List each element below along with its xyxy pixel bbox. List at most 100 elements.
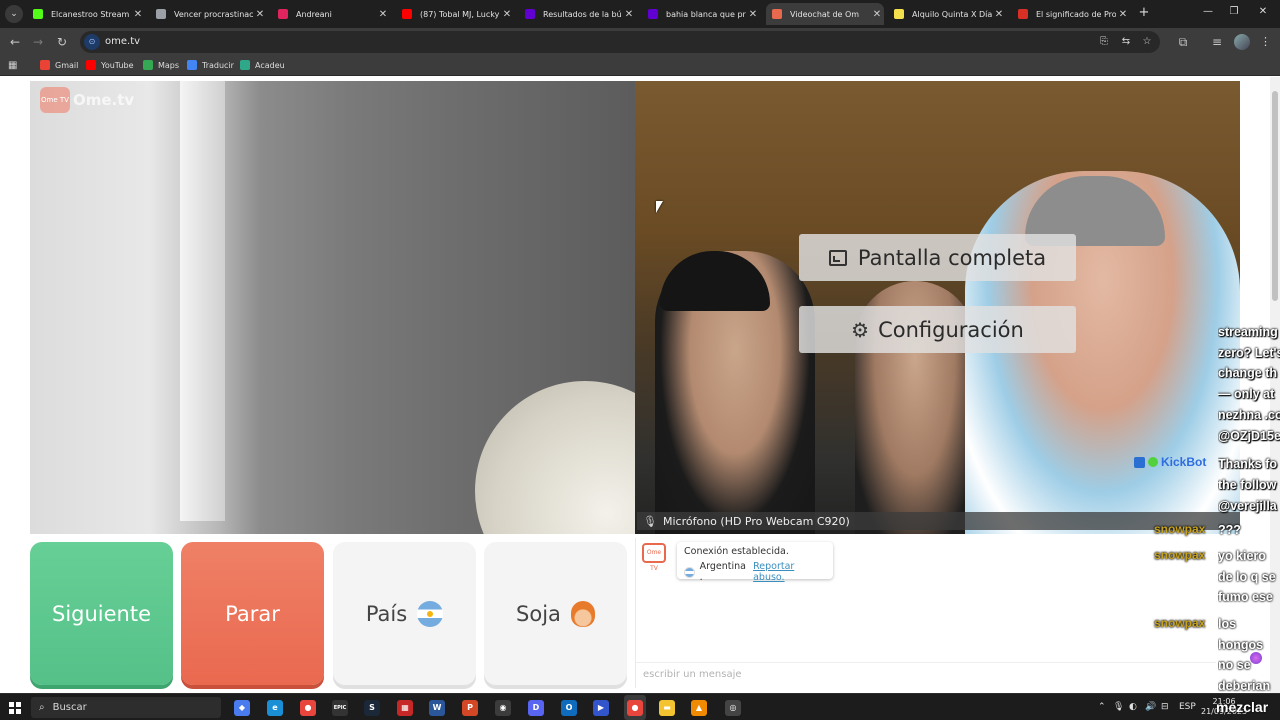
tab-title: Resultados de la búsq — [543, 9, 622, 19]
partner-country: Argentina . — [699, 561, 746, 583]
translate-icon[interactable]: ⇆ — [1119, 36, 1133, 47]
tab-close-icon[interactable]: ✕ — [253, 9, 267, 20]
bookmarks-bar: ▦ Gmail YouTube Maps Traducir Acadeu — [0, 56, 1280, 76]
microphone-bar[interactable]: 🎙 Micrófono (HD Pro Webcam C920) — [637, 512, 1240, 530]
copilot-icon[interactable]: ◆ — [234, 700, 250, 716]
browser-tab[interactable]: Vencer procrastinació ✕ — [150, 3, 267, 25]
tab-title: Vencer procrastinació — [174, 9, 253, 19]
forward-icon[interactable]: → — [31, 35, 45, 49]
browser-tab[interactable]: (87) Tobal MJ, Lucky l ✕ — [396, 3, 514, 25]
epic-games-icon[interactable]: EPIC — [332, 700, 348, 716]
fullscreen-button[interactable]: Pantalla completa — [799, 234, 1076, 281]
restore-icon[interactable]: ❐ — [1226, 6, 1242, 17]
vlc-icon[interactable]: ▲ — [691, 700, 707, 716]
mouse-cursor-icon — [656, 201, 663, 213]
tab-close-icon[interactable]: ✕ — [746, 9, 760, 20]
fullscreen-label: Pantalla completa — [857, 245, 1047, 270]
minimize-icon[interactable]: — — [1200, 6, 1216, 17]
browser-tab[interactable]: Elcanestroo Stream - ✕ — [27, 3, 145, 25]
tray-headset-icon[interactable]: ◐ — [1129, 702, 1137, 712]
chat-message-input[interactable]: escribir un mensaje — [636, 662, 1216, 684]
bookmark-item[interactable]: Traducir — [187, 60, 234, 70]
taskbar-search[interactable]: ⌕ Buscar — [31, 697, 221, 718]
kickbot-badge: KickBot — [1134, 455, 1206, 469]
close-window-icon[interactable]: ✕ — [1255, 6, 1271, 17]
volume-icon[interactable]: 🔊 — [1145, 702, 1156, 712]
tab-favicon-icon — [278, 9, 288, 19]
word-icon[interactable]: W — [429, 700, 445, 716]
browser-tab[interactable]: Andreani ✕ — [272, 3, 390, 25]
chat-message-line: fumo ese — [1218, 590, 1273, 604]
tab-title: bahia blanca que pro — [666, 9, 746, 19]
scrollbar-thumb[interactable] — [1272, 91, 1278, 301]
bookmark-star-icon[interactable]: ☆ — [1140, 36, 1154, 47]
edge-icon[interactable]: e — [267, 700, 283, 716]
profile-avatar[interactable] — [1234, 34, 1250, 50]
overlay-line: nezhna .co — [1218, 407, 1280, 422]
browser-menu-icon[interactable]: ⋮ — [1260, 35, 1271, 48]
microphone-icon: 🎙 — [643, 514, 657, 528]
tab-close-icon[interactable]: ✕ — [870, 9, 884, 20]
tray-expand-icon[interactable]: ⌃ — [1098, 702, 1106, 712]
gender-filter-button[interactable]: Soja — [484, 542, 627, 685]
tab-favicon-icon — [894, 9, 904, 19]
reload-icon[interactable]: ↻ — [55, 35, 69, 49]
tab-close-icon[interactable]: ✕ — [131, 9, 145, 20]
stop-button[interactable]: Parar — [181, 542, 324, 685]
report-abuse-link[interactable]: Reportar abuso. — [753, 561, 826, 583]
tray-mic-icon[interactable]: 🎙 — [1113, 702, 1124, 712]
steam-icon[interactable]: S — [364, 700, 380, 716]
site-info-icon[interactable]: ⊙ — [84, 34, 100, 50]
url-text[interactable]: ome.tv — [105, 36, 140, 47]
mezclar-watermark: mezclar — [1216, 699, 1269, 715]
tab-close-icon[interactable]: ✕ — [500, 9, 514, 20]
network-icon[interactable]: ⊟ — [1161, 702, 1169, 712]
apps-grid-icon[interactable]: ▦ — [8, 60, 17, 71]
browser-tab[interactable]: El significado de Proc ✕ — [1012, 3, 1130, 25]
cast-icon[interactable]: ⎘ — [1097, 36, 1111, 47]
app-dark-icon[interactable]: ◉ — [495, 700, 511, 716]
browser-tab[interactable]: Resultados de la búsq✕ — [519, 3, 636, 25]
browser-tab[interactable]: Alquilo Quinta X Día ✕ — [888, 3, 1006, 25]
tab-close-icon[interactable]: ✕ — [376, 9, 390, 20]
overlay-line: change th — [1218, 366, 1278, 381]
next-button[interactable]: Siguiente — [30, 542, 173, 685]
tab-close-icon[interactable]: ✕ — [992, 9, 1006, 20]
media-control-icon[interactable]: ≡ — [1210, 35, 1224, 49]
powerpoint-icon[interactable]: P — [462, 700, 478, 716]
app-blue-icon[interactable]: ▶ — [593, 700, 609, 716]
chrome-icon[interactable]: ● — [300, 700, 316, 716]
overlay-line: zero? Let's — [1218, 345, 1280, 360]
extensions-icon[interactable]: ⧉ — [1176, 35, 1190, 49]
tab-close-icon[interactable]: ✕ — [1116, 9, 1130, 20]
argentina-flag-icon — [684, 566, 695, 578]
file-explorer-icon[interactable]: ▬ — [659, 700, 675, 716]
outlook-icon[interactable]: O — [561, 700, 577, 716]
country-filter-button[interactable]: País — [333, 542, 476, 685]
browser-tab[interactable]: Videochat de Om ✕ — [766, 3, 884, 25]
browser-tab[interactable]: bahia blanca que pro ✕ — [642, 3, 760, 25]
language-indicator[interactable]: ESP — [1179, 702, 1196, 712]
next-label: Siguiente — [51, 601, 152, 626]
local-video — [30, 81, 635, 534]
settings-button[interactable]: ⚙ Configuración — [799, 306, 1076, 353]
app-circle-icon[interactable]: ◎ — [725, 700, 741, 716]
app-red-icon[interactable]: ▦ — [397, 700, 413, 716]
tab-search-menu-button[interactable]: ⌄ — [5, 5, 23, 23]
video-background — [180, 81, 225, 521]
discord-icon[interactable]: D — [528, 700, 544, 716]
bookmark-item[interactable]: Acadeu — [240, 60, 285, 70]
chat-message-line: los — [1218, 617, 1237, 631]
address-bar[interactable]: ⊙ ome.tv ⎘ ⇆ ☆ — [80, 31, 1160, 53]
new-tab-button[interactable]: + — [1136, 5, 1152, 21]
bookmark-item[interactable]: Maps — [143, 60, 179, 70]
bookmark-item[interactable]: YouTube — [86, 60, 134, 70]
tab-strip: ⌄ Elcanestroo Stream - ✕ Vencer procrastin… — [0, 0, 1280, 28]
windows-start-icon[interactable] — [9, 702, 21, 714]
tab-close-icon[interactable]: ✕ — [622, 9, 636, 20]
chat-message: yo kiero de lo q se fumo ese — [1218, 546, 1280, 608]
bookmark-item[interactable]: Gmail — [40, 60, 78, 70]
back-icon[interactable]: ← — [8, 35, 22, 49]
chrome-active-icon[interactable]: ● — [627, 700, 643, 716]
fullscreen-icon — [828, 249, 847, 266]
